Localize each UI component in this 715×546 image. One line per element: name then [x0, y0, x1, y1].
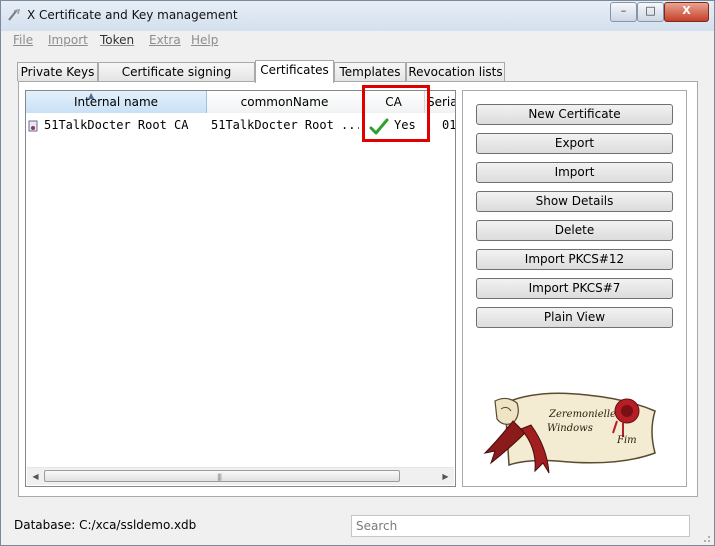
scroll-thumb[interactable]: |||: [44, 470, 400, 482]
tab-templates[interactable]: Templates: [334, 62, 406, 81]
tab-private-keys[interactable]: Private Keys: [17, 62, 98, 81]
menu-extra[interactable]: Extra: [149, 33, 181, 47]
database-path: Database: C:/xca/ssldemo.xdb: [14, 518, 197, 532]
certificate-list[interactable]: ▲ Internal name commonName CA Serial 51T…: [25, 90, 456, 487]
column-header-internal-name-label: Internal name: [73, 95, 159, 109]
plain-view-button[interactable]: Plain View: [476, 307, 673, 328]
horizontal-scrollbar[interactable]: ◀ ||| ▶: [27, 467, 454, 485]
title-bar[interactable]: X Certificate and Key management – □ X: [1, 1, 714, 31]
xca-scroll-logo: Zeremonielle Windows Fim: [483, 392, 656, 474]
scroll-right-icon[interactable]: ▶: [437, 468, 454, 485]
row-internal-name[interactable]: 51TalkDocter Root CA: [44, 116, 207, 134]
main-window: X Certificate and Key management – □ X F…: [0, 0, 715, 546]
import-button[interactable]: Import: [476, 162, 673, 183]
tab-certificate-signing-requests[interactable]: Certificate signing requests: [98, 62, 255, 98]
logo-text-3: Fim: [616, 435, 637, 446]
scroll-grip-icon: |||: [217, 473, 222, 481]
window-title: X Certificate and Key management: [27, 8, 238, 22]
import-pkcs7-button[interactable]: Import PKCS#7: [476, 278, 673, 299]
column-header-internal-name[interactable]: ▲ Internal name: [26, 91, 207, 113]
row-common-name[interactable]: 51TalkDocter Root ...: [211, 116, 359, 134]
close-button[interactable]: X: [664, 2, 709, 22]
ca-highlight-box: [362, 85, 430, 142]
search-input[interactable]: [351, 515, 690, 537]
resize-grip-icon[interactable]: [701, 533, 711, 543]
show-details-button[interactable]: Show Details: [476, 191, 673, 212]
column-header-common-name-label: commonName: [240, 95, 329, 109]
logo-text-2: Windows: [547, 423, 593, 434]
menu-help[interactable]: Help: [191, 33, 218, 47]
app-icon: [8, 9, 21, 21]
column-header-serial-label: Serial: [427, 95, 455, 109]
logo-text-1: Zeremonielle: [548, 409, 616, 420]
certificate-row-icon: [28, 120, 38, 132]
status-bar: Database: C:/xca/ssldemo.xdb: [2, 503, 713, 545]
delete-button[interactable]: Delete: [476, 220, 673, 241]
scroll-left-icon[interactable]: ◀: [27, 468, 44, 485]
menu-file[interactable]: File: [13, 33, 33, 47]
minimize-button[interactable]: –: [610, 2, 637, 22]
sort-ascending-icon: ▲: [88, 91, 95, 100]
import-pkcs12-button[interactable]: Import PKCS#12: [476, 249, 673, 270]
tab-revocation-lists[interactable]: Revocation lists: [406, 62, 505, 81]
column-header-common-name[interactable]: commonName: [207, 91, 363, 113]
menu-token[interactable]: Token: [100, 33, 134, 47]
export-button[interactable]: Export: [476, 133, 673, 154]
row-serial[interactable]: 01: [442, 116, 455, 134]
tab-certificates[interactable]: Certificates: [255, 60, 334, 83]
menu-import[interactable]: Import: [48, 33, 88, 47]
new-certificate-button[interactable]: New Certificate: [476, 104, 673, 125]
maximize-button[interactable]: □: [637, 2, 664, 22]
